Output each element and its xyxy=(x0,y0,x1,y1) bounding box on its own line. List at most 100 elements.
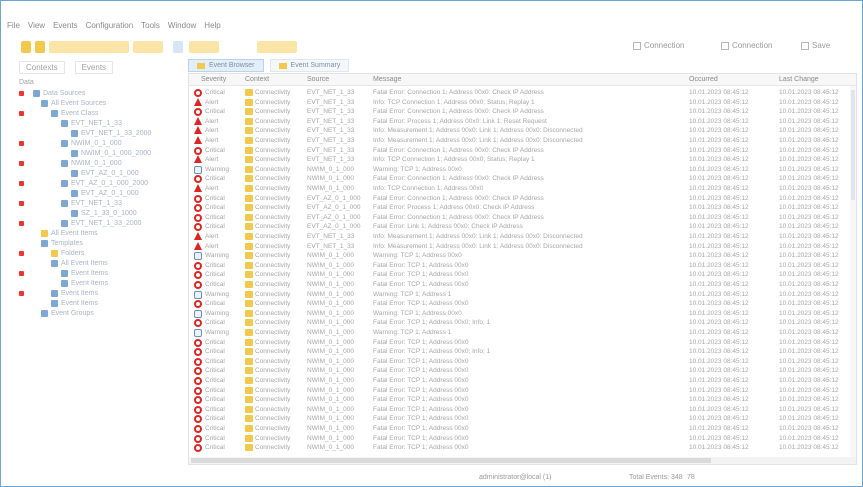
refresh-button[interactable] xyxy=(49,41,129,53)
column-header-severity[interactable]: Severity xyxy=(201,76,226,83)
menu-item[interactable]: Help xyxy=(204,21,220,33)
back-button[interactable] xyxy=(21,41,31,53)
tab-contexts[interactable]: Contexts xyxy=(19,60,65,74)
table-row[interactable]: Critical Connectivity NWIM_0_1_000 Fatal Er… xyxy=(189,357,856,366)
filter-checkbox-1[interactable] xyxy=(633,41,641,50)
table-row[interactable]: Critical Connectivity EVT_AZ_0_1_000 Fatal … xyxy=(189,222,856,232)
tab-events[interactable]: Events xyxy=(74,60,114,74)
tree-item[interactable]: Event Groups xyxy=(41,309,94,318)
tree-item[interactable]: Event Class xyxy=(51,109,98,118)
tree-item[interactable]: NWIM_0_1_000 xyxy=(61,159,122,168)
forward-button[interactable] xyxy=(35,41,45,53)
tab-event-browser[interactable]: Event Browser xyxy=(188,59,264,72)
table-row[interactable]: Critical Connectivity NWIM_0_1_000 Fatal Er… xyxy=(189,347,856,357)
tree-item[interactable]: All Event Sources xyxy=(41,99,106,108)
stop-icon[interactable] xyxy=(133,41,163,53)
table-row[interactable]: Warning Connectivity NWIM_0_1_000 Warning: … xyxy=(189,251,856,261)
tree-item[interactable]: NWIM_0_1_000 xyxy=(61,139,122,148)
tree-item[interactable]: NWIM_0_1_000_2000 xyxy=(71,149,151,158)
table-row[interactable]: Critical Connectivity NWIM_0_1_000 Fatal Er… xyxy=(189,366,856,376)
horizontal-scrollbar[interactable] xyxy=(189,457,856,464)
tree-item[interactable]: Event Items xyxy=(51,299,98,308)
table-row[interactable]: Warning Connectivity NWIM_0_1_000 Warning: … xyxy=(189,328,856,337)
save-button[interactable]: Save xyxy=(801,41,830,50)
tree-item[interactable]: EVT_NET_1_33_2000 xyxy=(61,219,141,228)
tree-item[interactable]: Event Items xyxy=(61,279,108,288)
table-row[interactable]: Critical Connectivity NWIM_0_1_000 Fatal Er… xyxy=(189,338,856,347)
column-header-occurred[interactable]: Occurred xyxy=(689,76,718,83)
table-row[interactable]: Critical Connectivity EVT_AZ_0_1_000 Fatal … xyxy=(189,203,856,213)
tree-item[interactable]: SZ_1_33_0_1000 xyxy=(71,209,137,218)
table-row[interactable]: Critical Connectivity NWIM_0_1_000 Fatal Er… xyxy=(189,424,856,433)
table-row[interactable]: Critical Connectivity EVT_AZ_0_1_000 Fatal … xyxy=(189,213,856,222)
table-row[interactable]: Critical Connectivity NWIM_0_1_000 Fatal Er… xyxy=(189,376,856,385)
table-row[interactable]: Alert Connectivity EVT_NET_1_33 Info: Measu… xyxy=(189,241,856,251)
tree-item[interactable]: Folders xyxy=(51,249,84,258)
copy-button[interactable] xyxy=(189,41,219,53)
cell-message: Info: Measurement 1; Address 00x0: Link … xyxy=(373,127,583,135)
table-row[interactable]: Critical Connectivity EVT_AZ_0_1_000 Fatal … xyxy=(189,194,856,203)
table-row[interactable]: Critical Connectivity NWIM_0_1_000 Fatal Er… xyxy=(189,386,856,395)
menu-item[interactable]: File xyxy=(7,21,20,33)
table-row[interactable]: Critical Connectivity EVT_NET_1_33 Fatal Er… xyxy=(189,146,856,155)
column-header-context[interactable]: Context xyxy=(245,76,269,83)
tree-item[interactable]: Event Items xyxy=(61,269,108,278)
table-row[interactable]: Critical Connectivity NWIM_0_1_000 Fatal Er… xyxy=(189,395,856,405)
table-row[interactable]: Warning Connectivity NWIM_0_1_000 Warning: … xyxy=(189,309,856,318)
column-header-last-change[interactable]: Last Change xyxy=(779,76,819,83)
table-row[interactable]: Critical Connectivity NWIM_0_1_000 Fatal Er… xyxy=(189,270,856,280)
tree-item[interactable]: EVT_NET_1_33 xyxy=(61,119,122,128)
save-checkbox[interactable] xyxy=(801,41,809,50)
folder-icon xyxy=(245,290,253,298)
export-button[interactable] xyxy=(257,41,297,53)
table-row[interactable]: Critical Connectivity NWIM_0_1_000 Fatal Er… xyxy=(189,414,856,424)
vertical-scrollbar[interactable] xyxy=(850,86,856,459)
table-row[interactable]: Critical Connectivity EVT_NET_1_33 Fatal Er… xyxy=(189,107,856,117)
table-row[interactable]: Critical Connectivity NWIM_0_1_000 Fatal Er… xyxy=(189,261,856,270)
cell-severity: Critical xyxy=(205,204,225,212)
column-header-message[interactable]: Message xyxy=(373,76,401,83)
scrollbar-thumb[interactable] xyxy=(851,90,855,200)
table-row[interactable]: Critical Connectivity EVT_NET_1_33 Fatal Er… xyxy=(189,88,856,97)
filter-connection-2[interactable]: Connection xyxy=(721,41,772,50)
tree-item[interactable]: All Event Items xyxy=(51,259,108,268)
table-row[interactable]: Alert Connectivity NWIM_0_1_000 Info: TCP C… xyxy=(189,184,856,193)
folder-icon xyxy=(245,223,253,231)
menu-item[interactable]: Configuration xyxy=(86,21,134,33)
column-header-source[interactable]: Source xyxy=(307,76,329,83)
filter-connection-1[interactable]: Connection xyxy=(633,41,684,50)
tree-item[interactable]: Templates xyxy=(41,239,83,248)
print-button[interactable] xyxy=(173,41,183,53)
scrollbar-thumb[interactable] xyxy=(191,458,711,463)
tree-item[interactable]: EVT_NET_1_33 xyxy=(61,199,122,208)
tree-item[interactable]: Data Sources xyxy=(33,89,85,98)
tab-event-summary[interactable]: Event Summary xyxy=(269,59,350,72)
table-row[interactable]: Critical Connectivity NWIM_0_1_000 Fatal Er… xyxy=(189,280,856,289)
folder-icon xyxy=(245,386,253,394)
table-row[interactable]: Critical Connectivity NWIM_0_1_000 Fatal Er… xyxy=(189,174,856,184)
tree-item[interactable]: EVT_AZ_0_1_000 xyxy=(71,189,139,198)
menu-item[interactable]: Window xyxy=(168,21,196,33)
table-row[interactable]: Critical Connectivity NWIM_0_1_000 Fatal Er… xyxy=(189,405,856,414)
table-row[interactable]: Alert Connectivity EVT_NET_1_33 Info: Measu… xyxy=(189,136,856,145)
menu-item[interactable]: View xyxy=(28,21,45,33)
table-row[interactable]: Critical Connectivity NWIM_0_1_000 Fatal Er… xyxy=(189,443,856,453)
table-row[interactable]: Warning Connectivity NWIM_0_1_000 Warning: … xyxy=(189,165,856,174)
table-row[interactable]: Alert Connectivity EVT_NET_1_33 Info: Measu… xyxy=(189,232,856,241)
table-row[interactable]: Warning Connectivity NWIM_0_1_000 Warning: … xyxy=(189,290,856,299)
tree-item[interactable]: EVT_NET_1_33_2000 xyxy=(71,129,151,138)
tree-item[interactable]: All Event Items xyxy=(41,229,98,238)
tree-item[interactable]: Event Items xyxy=(51,289,98,298)
table-row[interactable]: Alert Connectivity EVT_NET_1_33 Info: TCP C… xyxy=(189,155,856,164)
table-row[interactable]: Alert Connectivity EVT_NET_1_33 Fatal Error… xyxy=(189,116,856,126)
menu-item[interactable]: Events xyxy=(53,21,77,33)
table-row[interactable]: Alert Connectivity EVT_NET_1_33 Info: TCP C… xyxy=(189,97,856,107)
tree-item[interactable]: EVT_AZ_0_1_000_2000 xyxy=(61,179,148,188)
table-row[interactable]: Critical Connectivity NWIM_0_1_000 Fatal Er… xyxy=(189,434,856,443)
table-row[interactable]: Critical Connectivity NWIM_0_1_000 Fatal Er… xyxy=(189,318,856,328)
filter-checkbox-2[interactable] xyxy=(721,41,729,50)
table-row[interactable]: Alert Connectivity EVT_NET_1_33 Info: Measu… xyxy=(189,126,856,135)
tree-item[interactable]: EVT_AZ_0_1_000 xyxy=(71,169,139,178)
table-row[interactable]: Critical Connectivity NWIM_0_1_000 Fatal Er… xyxy=(189,299,856,309)
menu-item[interactable]: Tools xyxy=(141,21,160,33)
